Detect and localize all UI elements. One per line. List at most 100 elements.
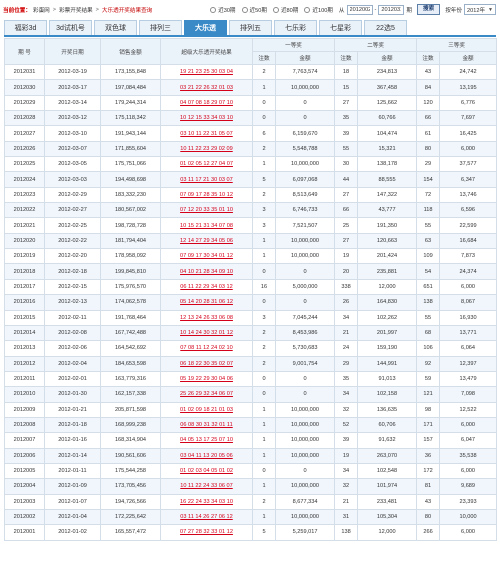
sales-cell: 172,225,642 xyxy=(100,508,161,526)
third-count-cell: 154 xyxy=(416,171,441,188)
winning-numbers-link[interactable]: 19 21 23 25 30 03 04 xyxy=(180,69,233,75)
winning-numbers-link[interactable]: 04 10 21 28 34 09 10 xyxy=(180,269,233,275)
second-count-cell: 18 xyxy=(334,63,359,81)
breadcrumb-home-link[interactable]: 彩蛋网 xyxy=(33,6,50,14)
second-amount-cell: 91,632 xyxy=(357,432,418,449)
winning-numbers-link[interactable]: 06 08 30 31 32 01 11 xyxy=(180,422,232,428)
period-cell: 2012029 xyxy=(4,94,45,112)
second-amount-cell: 88,555 xyxy=(357,171,418,188)
third-amount-cell: 13,479 xyxy=(439,370,498,388)
winning-numbers-link[interactable]: 05 19 22 29 30 04 06 xyxy=(180,376,233,382)
winning-numbers-link[interactable]: 01 02 09 18 21 01 03 xyxy=(180,407,233,413)
winning-numbers-link[interactable]: 07 08 11 12 24 02 10 xyxy=(180,345,232,351)
third-amount-cell: 24,742 xyxy=(439,63,498,81)
winning-numbers-link[interactable]: 07 27 28 32 33 01 12 xyxy=(180,529,233,535)
winning-numbers-link[interactable]: 03 11 17 21 30 03 07 xyxy=(180,177,232,183)
tab-1[interactable]: 3d试机号 xyxy=(49,20,92,35)
breadcrumb-results-link[interactable]: 彩票开奖结果 xyxy=(59,6,93,14)
tab-7[interactable]: 七星彩 xyxy=(319,20,362,35)
second-amount-cell: 60,706 xyxy=(357,416,418,434)
end-period-input[interactable] xyxy=(378,4,405,15)
winning-numbers-link[interactable]: 10 11 22 23 29 02 09 xyxy=(180,146,232,152)
third-count-cell: 118 xyxy=(416,202,441,219)
radio-recent-30[interactable] xyxy=(210,6,217,13)
winning-numbers-link[interactable]: 25 26 29 32 34 06 07 xyxy=(180,391,233,397)
period-cell: 2012024 xyxy=(4,171,45,188)
numbers-cell: 07 27 28 32 33 01 12 xyxy=(160,524,253,541)
winning-numbers-link[interactable]: 10 11 22 24 33 06 07 xyxy=(180,483,232,489)
third-amount-cell: 22,599 xyxy=(439,217,498,234)
winning-numbers-link[interactable]: 12 14 27 29 34 05 06 xyxy=(180,238,233,244)
start-period-input[interactable] xyxy=(346,4,373,15)
third-amount-cell: 12,397 xyxy=(439,355,498,372)
winning-numbers-link[interactable]: 04 07 08 18 29 07 10 xyxy=(180,100,233,106)
first-count-cell: 1 xyxy=(252,432,276,449)
tab-2[interactable]: 双色球 xyxy=(94,20,137,35)
winning-numbers-link[interactable]: 05 14 20 28 31 06 12 xyxy=(180,299,233,305)
radio-recent-50[interactable] xyxy=(241,6,248,13)
second-amount-cell: 120,663 xyxy=(357,232,418,250)
date-cell: 2012-03-07 xyxy=(44,140,101,158)
winning-numbers-link[interactable]: 10 12 15 33 34 03 10 xyxy=(180,115,233,121)
winning-numbers-link[interactable]: 12 13 24 26 33 06 08 xyxy=(180,315,233,321)
tab-0[interactable]: 福彩3d xyxy=(4,20,47,35)
winning-numbers-link[interactable]: 06 11 22 29 34 03 12 xyxy=(180,284,232,290)
winning-numbers-link[interactable]: 07 09 17 30 34 01 12 xyxy=(180,253,233,259)
winning-numbers-link[interactable]: 16 22 24 33 34 03 10 xyxy=(180,499,233,505)
first-amount-cell: 10,000,000 xyxy=(274,248,336,265)
winning-numbers-link[interactable]: 07 09 17 28 35 10 12 xyxy=(180,192,233,198)
second-count-cell: 15 xyxy=(334,79,359,96)
table-row: 2012027 2012-03-10 191,943,144 03 10 11 22 … xyxy=(4,125,498,142)
radio-recent-80[interactable] xyxy=(272,6,279,13)
winning-numbers-link[interactable]: 10 15 21 31 34 07 08 xyxy=(180,223,233,229)
second-amount-cell: 60,766 xyxy=(357,110,418,127)
numbers-cell: 25 26 29 32 34 06 07 xyxy=(160,386,253,403)
tab-5[interactable]: 排列五 xyxy=(229,20,272,35)
winning-numbers-link[interactable]: 03 11 14 26 27 06 12 xyxy=(180,514,232,520)
year-select[interactable]: 2012年 ▼ xyxy=(464,4,496,15)
second-count-cell: 66 xyxy=(334,202,359,219)
search-button[interactable]: 搜索 xyxy=(417,4,441,15)
tab-4[interactable]: 大乐透 xyxy=(184,20,227,35)
winning-numbers-link[interactable]: 03 10 11 22 31 05 07 xyxy=(180,131,232,137)
second-amount-cell: 104,474 xyxy=(357,125,418,142)
table-row: 2012025 2012-03-05 175,751,066 01 02 05 12 … xyxy=(4,156,498,173)
tab-3[interactable]: 排列三 xyxy=(139,20,182,35)
winning-numbers-link[interactable]: 01 02 03 04 05 01 02 xyxy=(180,468,233,474)
header-first-amount: 金额 xyxy=(274,51,336,65)
third-amount-cell: 7,098 xyxy=(439,386,498,403)
winning-numbers-link[interactable]: 03 04 11 13 20 05 06 xyxy=(180,453,232,459)
date-cell: 2012-02-18 xyxy=(44,263,101,280)
third-amount-cell: 6,347 xyxy=(439,171,498,188)
tab-8[interactable]: 22选5 xyxy=(364,20,407,35)
table-row: 2012006 2012-01-14 190,561,606 03 04 11 13 … xyxy=(4,447,498,464)
tab-6[interactable]: 七乐彩 xyxy=(274,20,317,35)
second-count-cell: 34 xyxy=(334,386,359,403)
second-count-cell: 29 xyxy=(334,355,359,372)
winning-numbers-link[interactable]: 10 14 24 30 32 01 12 xyxy=(180,330,233,336)
winning-numbers-link[interactable]: 04 05 13 17 25 07 10 xyxy=(180,437,233,443)
period-cell: 2012016 xyxy=(4,294,45,311)
winning-numbers-link[interactable]: 03 21 22 26 32 01 03 xyxy=(180,85,233,91)
winning-numbers-link[interactable]: 07 12 20 33 35 01 10 xyxy=(180,207,233,213)
winning-numbers-link[interactable]: 06 18 22 30 35 02 07 xyxy=(180,361,233,367)
period-cell: 2012010 xyxy=(4,386,45,403)
first-count-cell: 5 xyxy=(252,171,276,188)
third-amount-cell: 24,374 xyxy=(439,263,498,280)
table-row: 2012011 2012-02-01 163,779,316 05 19 22 29 … xyxy=(4,370,498,388)
radio-recent-100[interactable] xyxy=(304,6,311,13)
winning-numbers-link[interactable]: 01 02 05 12 27 04 07 xyxy=(180,161,233,167)
second-count-cell: 32 xyxy=(334,401,359,418)
third-count-cell: 651 xyxy=(416,278,441,296)
numbers-cell: 12 14 27 29 34 05 06 xyxy=(160,232,253,250)
table-row: 2012020 2012-02-22 181,794,404 12 14 27 29 … xyxy=(4,232,498,250)
numbers-cell: 04 10 21 28 34 09 10 xyxy=(160,263,253,280)
first-count-cell: 0 xyxy=(252,94,276,112)
top-bar: 当前位置： 彩蛋网 > 彩票开奖结果 > 大乐透开奖结果查询 近30期 近50期… xyxy=(0,0,500,20)
numbers-cell: 10 11 22 24 33 06 07 xyxy=(160,478,253,495)
first-count-cell: 1 xyxy=(252,156,276,173)
period-cell: 2012020 xyxy=(4,232,45,250)
table-row: 2012016 2012-02-13 174,062,578 05 14 20 28 … xyxy=(4,294,498,311)
table-row: 2012018 2012-02-18 199,845,810 04 10 21 28 … xyxy=(4,263,498,280)
second-count-cell: 138 xyxy=(334,524,359,541)
